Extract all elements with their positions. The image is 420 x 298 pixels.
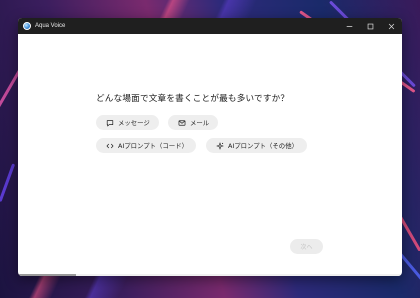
maximize-button[interactable] (360, 18, 381, 34)
question-heading: どんな場面で文章を書くことが最も多いですか？ (96, 94, 290, 104)
next-button[interactable]: 次へ (290, 239, 323, 254)
option-ai-prompt-code-button[interactable]: AIプロンプト（コード） (96, 138, 196, 153)
option-label: メッセージ (118, 119, 150, 127)
code-icon (106, 142, 114, 150)
maximize-icon (367, 23, 374, 29)
progress-bar (18, 274, 76, 276)
option-label: AIプロンプト（その他） (228, 142, 298, 150)
mail-icon (178, 119, 186, 127)
app-logo-icon (23, 22, 31, 30)
window-title: Aqua Voice (35, 23, 66, 29)
minimize-icon (346, 25, 353, 27)
minimize-button[interactable] (339, 18, 360, 34)
chat-icon (106, 119, 114, 127)
close-icon (388, 23, 395, 29)
close-button[interactable] (381, 18, 402, 34)
option-label: AIプロンプト（コード） (118, 142, 188, 150)
title-bar: Aqua Voice (18, 18, 402, 34)
progress-track (18, 274, 402, 276)
app-window: Aqua Voice どんな場面で文章を書くことが最も多いですか？ メッセージ … (18, 18, 402, 276)
option-message-button[interactable]: メッセージ (96, 115, 159, 130)
option-ai-prompt-other-button[interactable]: AIプロンプト（その他） (206, 138, 307, 153)
option-label: メール (190, 119, 210, 127)
window-controls (339, 18, 402, 34)
option-mail-button[interactable]: メール (168, 115, 218, 130)
sparkle-icon (216, 141, 224, 150)
